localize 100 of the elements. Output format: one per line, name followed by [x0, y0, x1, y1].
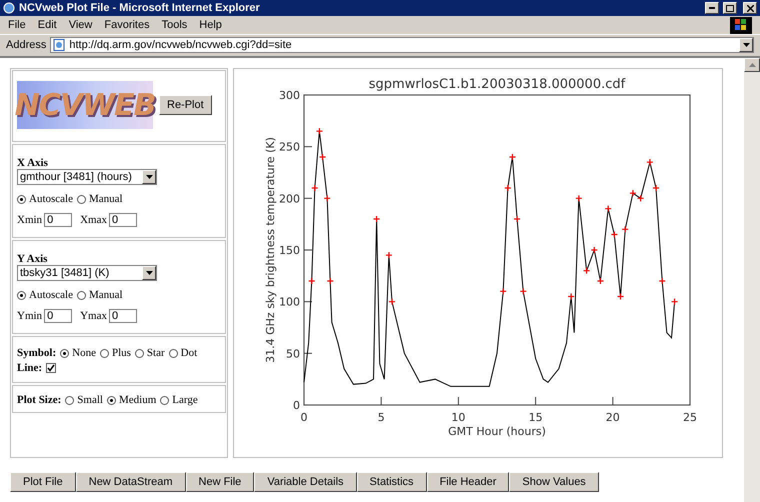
x-tick-label: 15 — [528, 411, 543, 424]
radio-button[interactable] — [17, 290, 26, 300]
scroll-up-icon — [748, 63, 756, 67]
plus-marker — [652, 184, 660, 192]
radio-label: Autoscale — [29, 289, 73, 301]
radio-button[interactable] — [168, 348, 178, 358]
x-tick-label: 10 — [451, 411, 466, 424]
plus-marker — [646, 158, 654, 166]
caret-icon — [742, 42, 750, 46]
toolbar-button[interactable]: New File — [186, 472, 254, 492]
x-tick-label: 25 — [683, 411, 697, 424]
toolbar-button[interactable]: File Header — [426, 472, 510, 492]
plus-marker — [622, 226, 629, 233]
plus-marker — [616, 292, 624, 300]
radio-button[interactable] — [160, 396, 170, 404]
toolbar-button[interactable]: New DataStream — [76, 472, 186, 492]
plus-marker — [318, 153, 326, 161]
plus-marker — [575, 194, 582, 202]
y-tick-label: 200 — [279, 192, 300, 206]
y-tick-label: 50 — [286, 347, 300, 360]
close-button[interactable] — [743, 2, 757, 14]
radio-button[interactable] — [76, 194, 86, 204]
radio-button[interactable] — [134, 348, 144, 358]
line-label: Line: — [17, 362, 42, 374]
address-text: http://dq.arm.gov/ncvweb/ncvweb.cgi?dd=site — [69, 38, 292, 50]
y-tick-label: 0 — [293, 399, 300, 412]
radio-button[interactable] — [76, 290, 86, 300]
plus-marker — [582, 267, 590, 274]
max-field[interactable]: 0 — [108, 309, 137, 323]
plus-marker — [372, 215, 380, 223]
scrollbar[interactable] — [744, 58, 760, 502]
chart-title: sgpmwrlosC1.b1.20030318.000000.cdf — [368, 77, 626, 92]
line-checkbox[interactable] — [46, 363, 56, 373]
radio-button[interactable] — [17, 194, 26, 204]
min-label: Ymin — [17, 310, 42, 322]
radio-button[interactable] — [65, 396, 74, 404]
maximize-button[interactable] — [723, 2, 737, 14]
plus-marker — [324, 194, 331, 202]
toolbar-button[interactable]: Plot File — [10, 472, 76, 492]
plus-marker — [596, 277, 604, 285]
radio-label: None — [72, 347, 96, 359]
variable-dropdown[interactable]: tbsky31 [3481] (K) — [17, 265, 157, 281]
minimize-icon — [709, 7, 715, 9]
y-tick-label: 300 — [279, 89, 300, 102]
menu-item[interactable]: Edit — [38, 19, 57, 31]
menu-item[interactable]: Tools — [162, 19, 188, 31]
min-field[interactable]: 0 — [44, 213, 72, 227]
plus-marker — [513, 215, 521, 223]
min-field[interactable]: 0 — [44, 309, 72, 323]
window-title: NCVweb Plot File - Microsoft Internet Explorer — [19, 2, 261, 14]
radio-label: Star — [146, 347, 165, 359]
radio-label: Autoscale — [29, 193, 73, 205]
menu-item[interactable]: View — [68, 19, 92, 31]
replot-button[interactable]: Re-Plot — [159, 95, 212, 115]
menu-item[interactable]: Help — [199, 19, 222, 31]
toolbar-button[interactable]: Variable Details — [254, 472, 357, 492]
min-label: Xmin — [17, 214, 42, 226]
windows-logo-icon — [730, 16, 752, 34]
radio-button[interactable] — [60, 348, 70, 358]
minimize-button[interactable] — [705, 2, 719, 14]
toolbar-button[interactable]: Show Values — [509, 472, 599, 492]
plus-marker — [385, 252, 393, 259]
radio-label: Manual — [88, 193, 123, 205]
toolbar-button[interactable]: Statistics — [356, 472, 427, 492]
caret-icon — [146, 175, 152, 179]
plus-marker — [316, 128, 324, 135]
dropdown-button[interactable] — [739, 38, 753, 52]
x-tick-label: 0 — [300, 411, 308, 424]
axis-heading: X Axis — [17, 157, 49, 169]
plus-marker — [388, 298, 396, 306]
menu-item[interactable]: File — [8, 19, 26, 31]
plus-marker — [604, 205, 612, 212]
address-label: Address — [6, 38, 46, 50]
maximize-icon — [726, 4, 734, 12]
browser-icon — [3, 2, 15, 14]
max-label: Ymax — [80, 310, 107, 322]
address-field[interactable]: http://dq.arm.gov/ncvweb/ncvweb.cgi?dd=site — [50, 36, 754, 52]
y-tick-label: 250 — [279, 140, 300, 154]
menu-item[interactable]: Favorites — [104, 19, 150, 31]
logo: NCVWEB — [17, 81, 153, 129]
radio-button[interactable] — [106, 396, 116, 404]
max-field[interactable]: 0 — [108, 213, 137, 227]
plot-size-label: Plot Size: — [17, 394, 62, 406]
y-tick-label: 100 — [279, 296, 300, 309]
plus-marker — [326, 277, 334, 285]
radio-label: Small — [77, 394, 103, 406]
close-icon — [746, 4, 754, 12]
plus-marker — [508, 153, 516, 161]
x-axis-label: GMT Hour (hours) — [448, 425, 546, 438]
axis-heading: Y Axis — [17, 253, 48, 265]
x-tick-label: 20 — [606, 411, 620, 424]
radio-label: Dot — [180, 347, 198, 359]
radio-label: Medium — [118, 394, 156, 406]
plus-marker — [520, 288, 527, 295]
variable-dropdown[interactable]: gmthour [3481] (hours) — [17, 169, 157, 185]
plus-marker — [658, 277, 666, 285]
symbol-label: Symbol: — [17, 347, 56, 359]
plus-marker — [670, 298, 678, 306]
radio-button[interactable] — [100, 348, 109, 358]
x-tick-label: 5 — [378, 411, 385, 424]
